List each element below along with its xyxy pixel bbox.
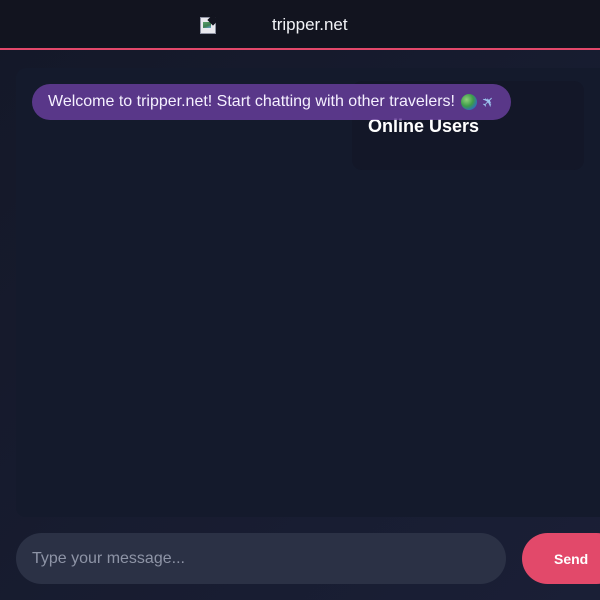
message-input[interactable]: [16, 533, 506, 584]
globe-icon: [461, 94, 477, 110]
site-title[interactable]: tripper.net: [272, 15, 348, 35]
chat-app: tripper.net Online Users Welcome to trip…: [0, 0, 600, 600]
site-header: tripper.net: [0, 0, 600, 50]
airplane-icon: ✈: [477, 91, 500, 113]
welcome-message-text: Welcome to tripper.net! Start chatting w…: [48, 93, 455, 110]
welcome-message: Welcome to tripper.net! Start chatting w…: [32, 84, 511, 120]
send-button[interactable]: Send: [522, 533, 600, 584]
broken-image-icon[interactable]: [200, 14, 219, 34]
